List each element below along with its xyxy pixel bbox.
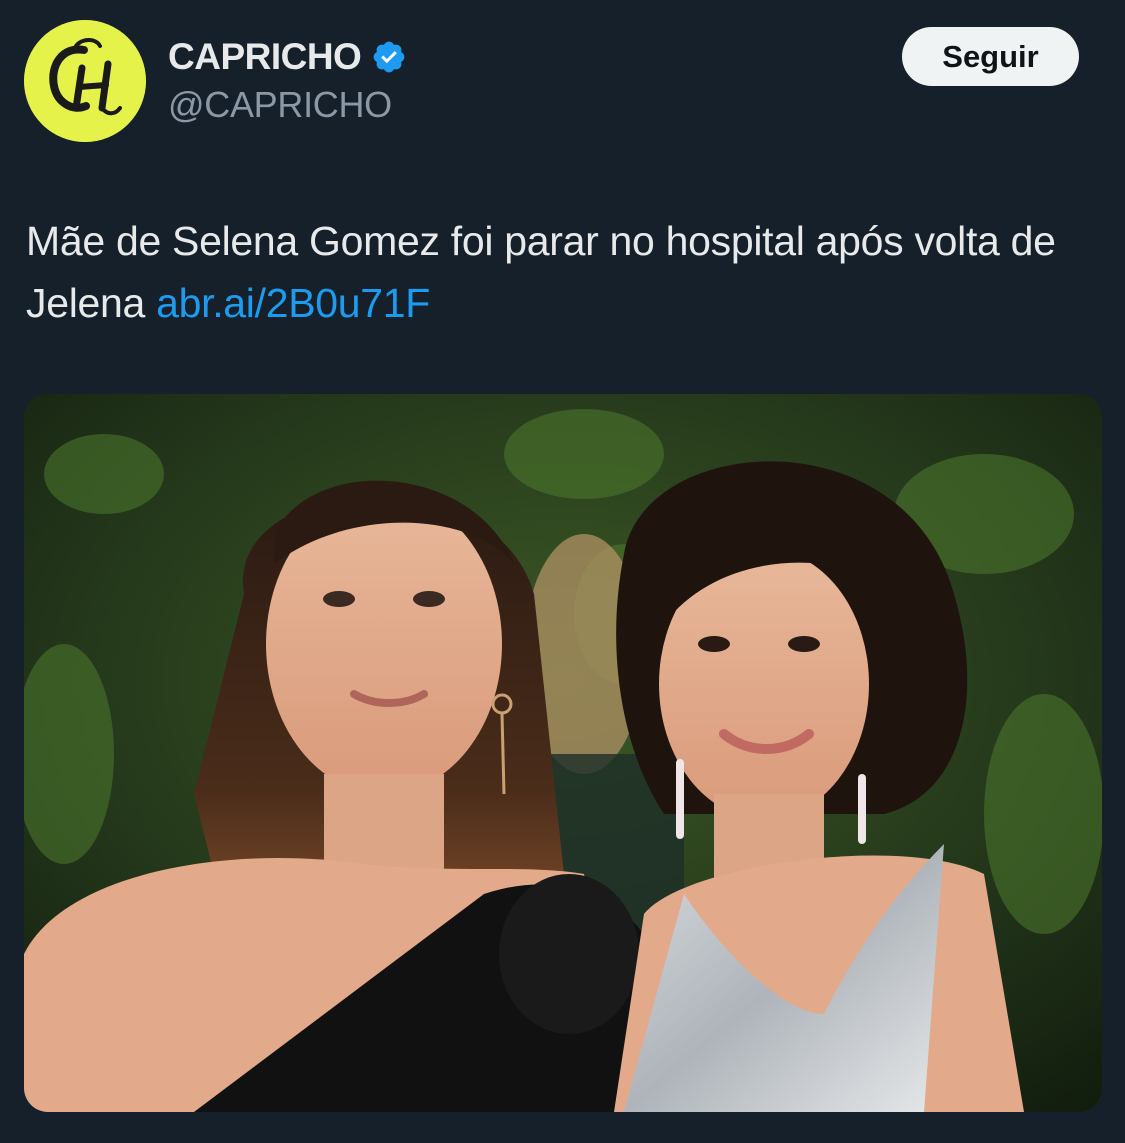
- author-display-name[interactable]: CAPRICHO: [168, 36, 362, 78]
- photo-icon: [24, 394, 1102, 1112]
- tweet-photo[interactable]: [24, 394, 1102, 1112]
- avatar[interactable]: CH: [24, 20, 146, 142]
- follow-button[interactable]: Seguir: [902, 27, 1079, 86]
- verified-badge-icon: [371, 39, 407, 75]
- capricho-logo-icon: CH: [24, 20, 146, 142]
- tweet-card: CH CAPRICHO @CAPRICHO Seguir Mãe de Sele…: [0, 0, 1125, 1143]
- author-name-row[interactable]: CAPRICHO: [168, 34, 407, 80]
- author-handle[interactable]: @CAPRICHO: [168, 84, 392, 126]
- tweet-text: Mãe de Selena Gomez foi parar no hospita…: [26, 210, 1096, 334]
- tweet-link[interactable]: abr.ai/2B0u71F: [156, 280, 430, 326]
